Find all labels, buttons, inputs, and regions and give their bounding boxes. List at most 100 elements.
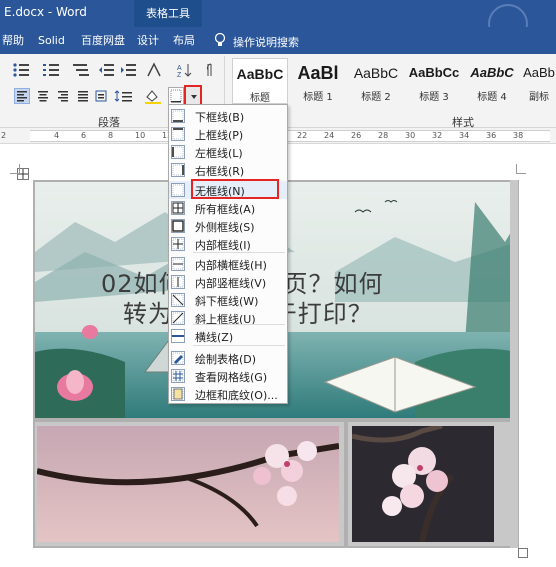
menu-item-label: 内部竖框线(V) [195, 277, 267, 290]
ruler-tick: 36 [486, 131, 497, 140]
tab-baidu-netdisk[interactable]: 百度网盘 [81, 27, 125, 54]
ruler-tick: 38 [513, 131, 524, 140]
shading-icon[interactable] [144, 88, 164, 104]
menu-item-label: 下框线(B) [195, 111, 245, 124]
highlight-box [191, 179, 279, 199]
bullets-icon[interactable] [12, 62, 32, 78]
ruler-tick: 24 [324, 131, 335, 140]
menu-item-label: 所有框线(A) [195, 203, 256, 216]
blossom-image-left [37, 426, 339, 542]
style-name: 副标 [529, 92, 549, 103]
border-button[interactable] [168, 87, 184, 105]
bottom-right-cell[interactable] [346, 420, 519, 548]
style-sample: AaBb [523, 65, 555, 80]
bottom-border-icon [171, 109, 185, 123]
ruler-tick: 4 [54, 131, 60, 140]
borders-shading-icon [171, 387, 185, 401]
menu-separator [193, 252, 285, 253]
lightbulb-icon [214, 32, 226, 48]
style-heading-1[interactable]: AaBl 标题 1 [290, 58, 346, 104]
style-name: 标题 [250, 93, 270, 104]
menu-item-label: 横线(Z) [195, 331, 234, 344]
distribute-icon[interactable] [94, 89, 108, 103]
menu-item-horizontal-line[interactable]: 横线(Z) [169, 327, 287, 345]
menu-item-draw-table[interactable]: 绘制表格(D) [169, 349, 287, 367]
outside-borders-icon [171, 219, 185, 233]
menu-item-label: 查看网格线(G) [195, 371, 268, 384]
menu-item-label: 内部框线(I) [195, 239, 251, 252]
tab-help[interactable]: 帮助 [2, 27, 24, 54]
menu-item-left-border[interactable]: 左框线(L) [169, 143, 287, 161]
ruler-tick: 10 [135, 131, 146, 140]
ruler-tick: 2 [1, 131, 7, 140]
menu-item-label: 左框线(L) [195, 147, 243, 160]
top-border-icon [171, 127, 185, 141]
menu-item-all-borders[interactable]: 所有框线(A) [169, 199, 287, 217]
blossom-image-right [352, 426, 494, 542]
horizontal-line-icon [171, 329, 185, 343]
window-title: E.docx - Word [4, 5, 87, 19]
style-heading-3[interactable]: AaBbCc 标题 3 [406, 58, 462, 104]
table-tools-context: 表格工具 [134, 0, 202, 27]
menu-item-right-border[interactable]: 右框线(R) [169, 161, 287, 179]
style-subtitle[interactable]: AaBb 副标 [522, 58, 556, 104]
menu-separator [193, 324, 285, 325]
style-name: 标题 4 [477, 92, 507, 103]
style-name: 标题 1 [303, 92, 333, 103]
style-sample: AaBbC [236, 66, 284, 82]
menu-item-outside-borders[interactable]: 外侧框线(S) [169, 217, 287, 235]
ruler-tick: 30 [405, 131, 416, 140]
menu-item-inside-horizontal-border[interactable]: 内部横框线(H) [169, 255, 287, 273]
tab-layout[interactable]: 布局 [173, 27, 195, 54]
menu-item-diagonal-down-border[interactable]: 斜下框线(W) [169, 291, 287, 309]
style-heading-4[interactable]: AaBbC 标题 4 [464, 58, 520, 104]
all-borders-icon [171, 201, 185, 215]
align-center-icon[interactable] [36, 89, 50, 103]
bottom-left-cell[interactable] [33, 420, 346, 548]
menu-item-label: 内部横框线(H) [195, 259, 267, 272]
menu-item-label: 外侧框线(S) [195, 221, 255, 234]
tab-design[interactable]: 设计 [137, 27, 159, 54]
menu-item-bottom-border[interactable]: 下框线(B) [169, 107, 287, 125]
diagonal-up-border-icon [171, 311, 185, 325]
justify-icon[interactable] [76, 89, 90, 103]
menu-item-label: 上框线(P) [195, 129, 244, 142]
align-right-icon[interactable] [56, 89, 70, 103]
no-border-icon [171, 183, 185, 197]
diagonal-down-border-icon [171, 293, 185, 307]
style-sample: AaBbC [470, 65, 514, 80]
ruler-tick: 26 [351, 131, 362, 140]
borders-dropdown-menu: 下框线(B) 上框线(P) 左框线(L) 右框线(R) 无框线(N) 所有框线(A) 外侧框… [168, 104, 288, 404]
numbering-icon[interactable] [42, 62, 62, 78]
menu-item-label: 绘制表格(D) [195, 353, 257, 366]
search-label[interactable]: 操作说明搜索 [233, 34, 299, 50]
multilevel-list-icon[interactable] [72, 62, 92, 78]
show-marks-icon[interactable] [202, 62, 216, 78]
tab-solid[interactable]: Solid [38, 27, 65, 54]
menu-item-top-border[interactable]: 上框线(P) [169, 125, 287, 143]
style-heading-2[interactable]: AaBbC 标题 2 [348, 58, 404, 104]
menu-item-inside-vertical-border[interactable]: 内部竖框线(V) [169, 273, 287, 291]
draw-table-icon [171, 351, 185, 365]
title-bar: E.docx - Word 表格工具 [0, 0, 556, 44]
table-resize-handle[interactable] [518, 548, 528, 558]
inside-borders-icon [171, 237, 185, 251]
sort-icon[interactable]: AZ [176, 62, 192, 79]
menu-item-borders-shading[interactable]: 边框和底纹(O)... [169, 385, 287, 403]
shaded-column [510, 420, 518, 548]
style-name: 标题 2 [361, 92, 391, 103]
ruler-tick: 22 [297, 131, 308, 140]
menu-item-view-gridlines[interactable]: 查看网格线(G) [169, 367, 287, 385]
increase-indent-icon[interactable] [120, 62, 138, 78]
menu-item-inside-borders[interactable]: 内部框线(I) [169, 235, 287, 253]
ribbon-tabs: 帮助 Solid 百度网盘 设计 布局 操作说明搜索 [0, 27, 556, 54]
style-name: 标题 3 [419, 92, 449, 103]
align-left-icon[interactable] [14, 88, 30, 104]
style-title[interactable]: AaBbC 标题 [232, 58, 288, 104]
page-corner-mark [10, 164, 20, 174]
inside-vertical-border-icon [171, 275, 185, 289]
menu-item-label: 边框和底纹(O)... [195, 389, 278, 402]
chinese-layout-icon[interactable] [146, 62, 164, 78]
decrease-indent-icon[interactable] [98, 62, 116, 78]
line-spacing-icon[interactable] [114, 89, 134, 103]
